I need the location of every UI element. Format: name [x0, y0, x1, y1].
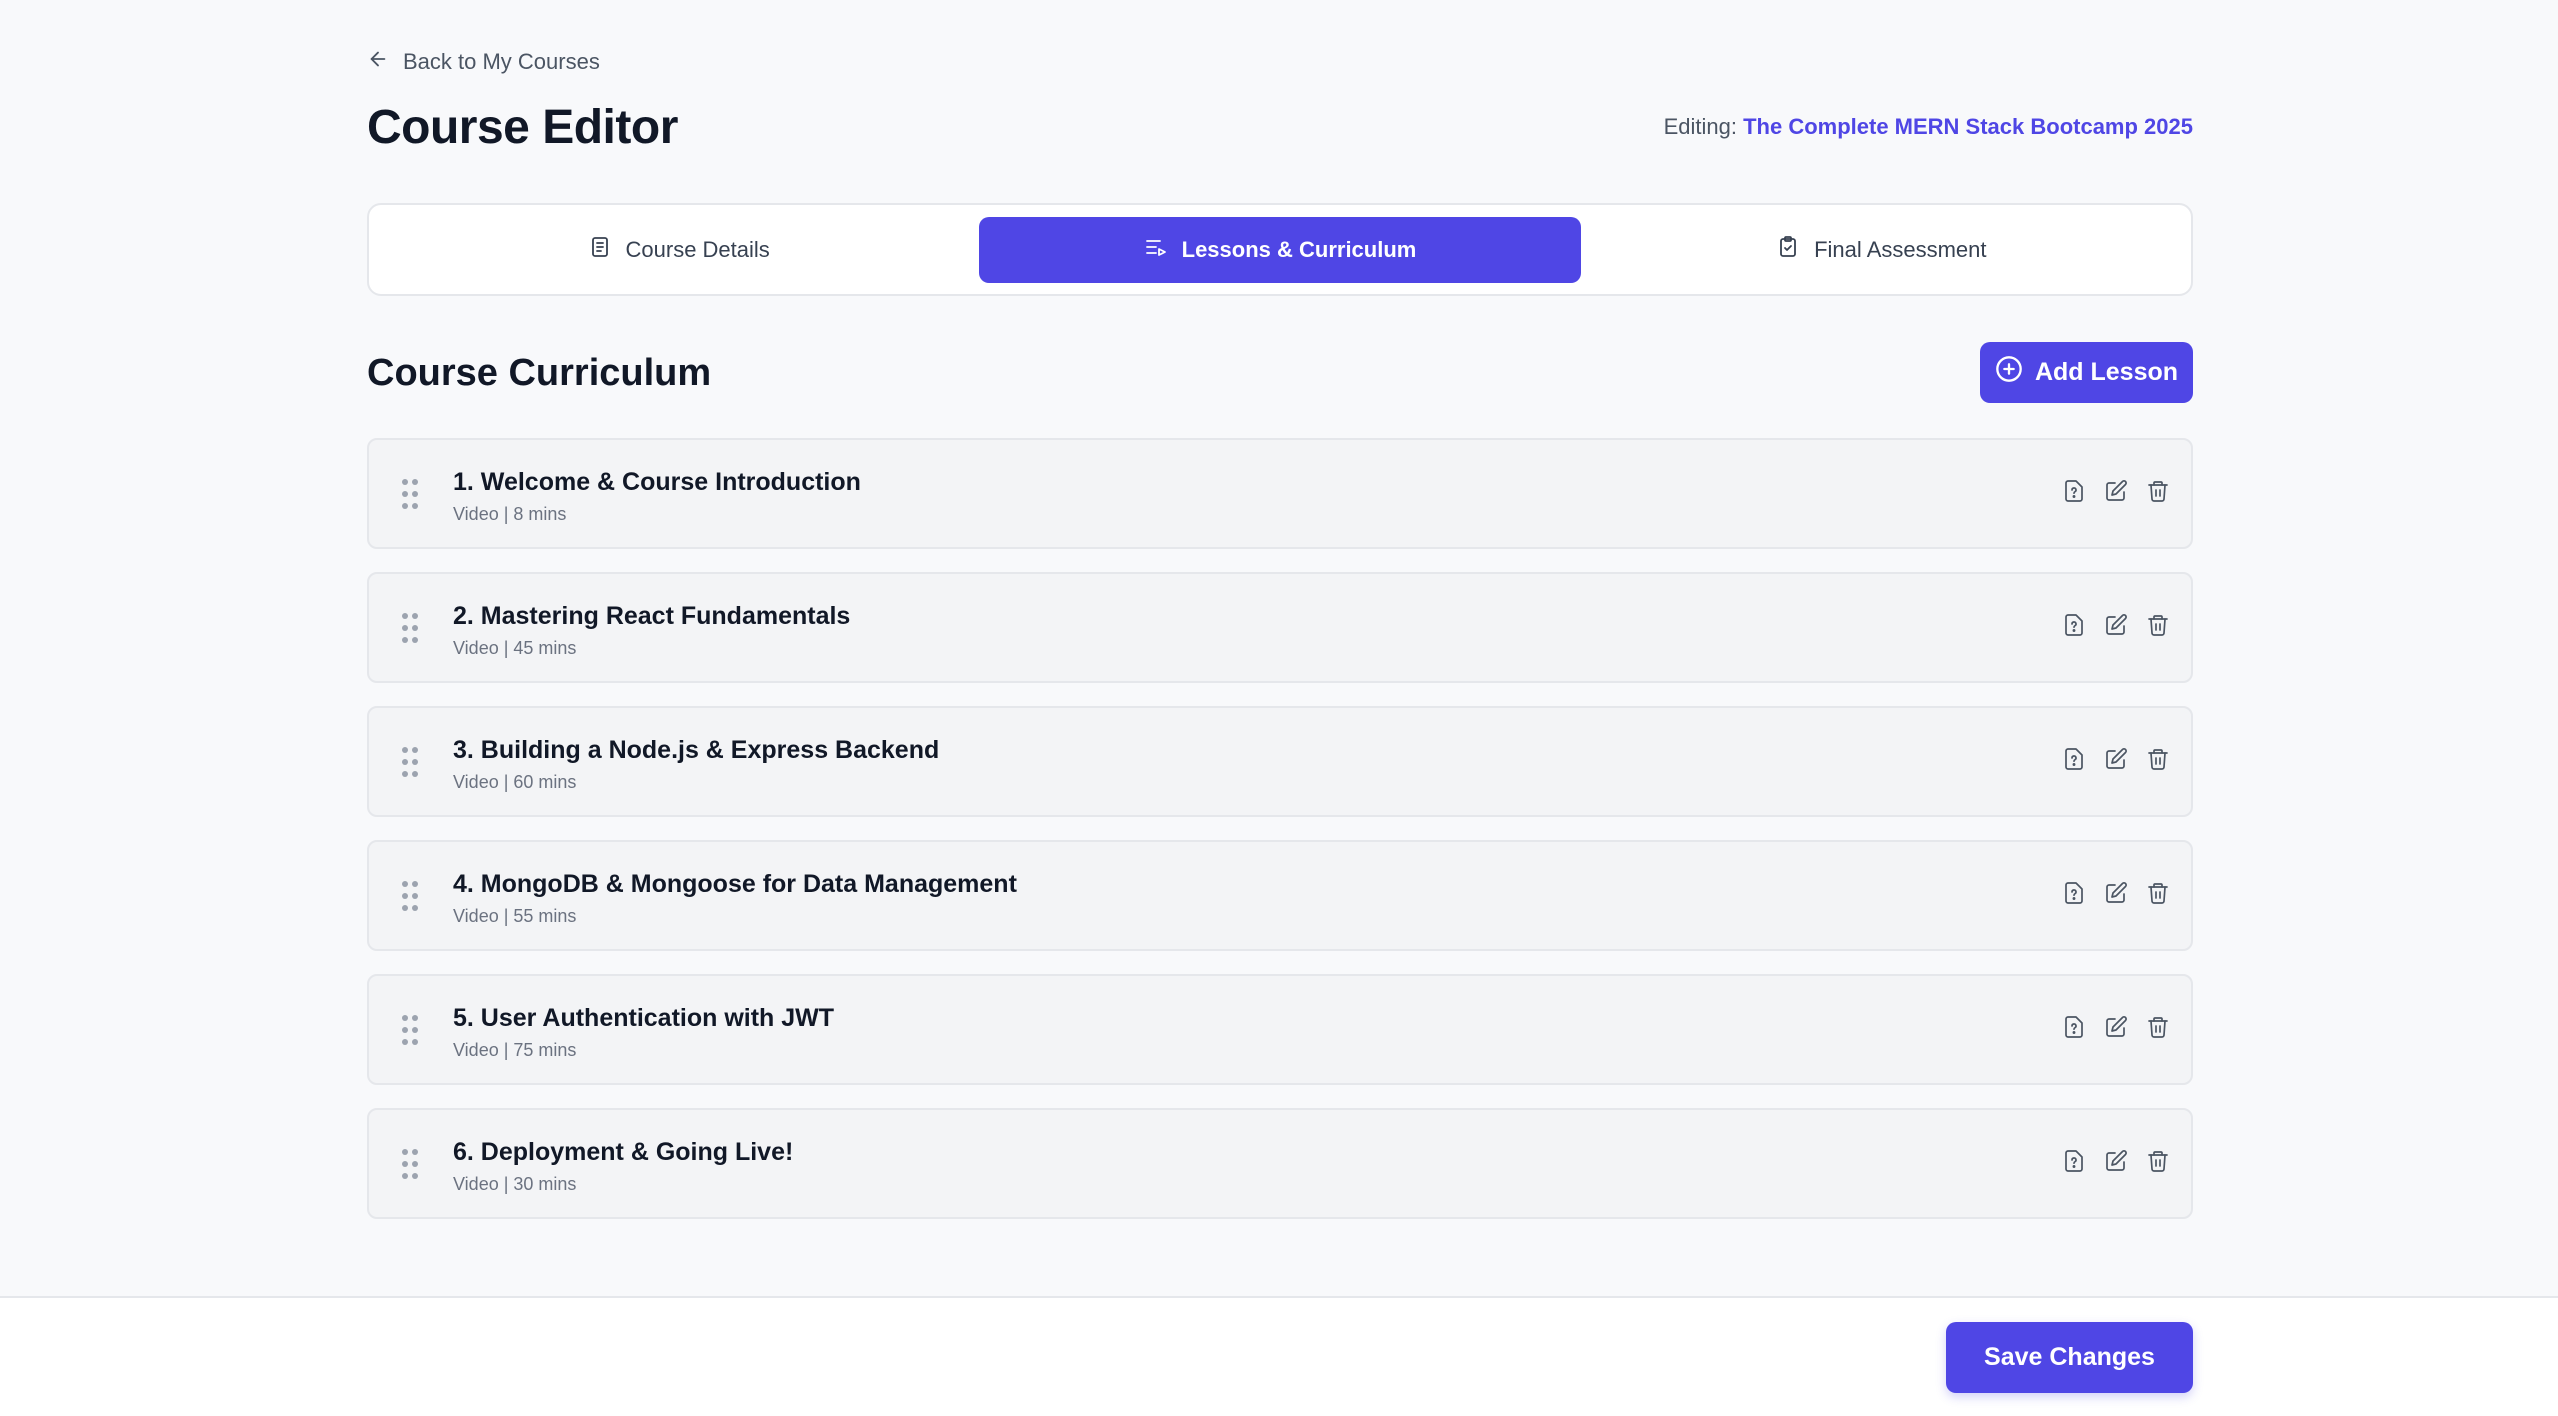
tab-lessons-curriculum[interactable]: Lessons & Curriculum — [979, 216, 1581, 283]
quiz-icon[interactable] — [2061, 612, 2087, 638]
drag-handle-icon[interactable] — [401, 1014, 419, 1046]
lesson-actions — [2061, 746, 2171, 772]
lesson-item[interactable]: 4. MongoDB & Mongoose for Data Managemen… — [367, 840, 2193, 951]
tab-label: Course Details — [625, 236, 770, 262]
page-title: Course Editor — [367, 101, 678, 154]
drag-handle-icon[interactable] — [401, 880, 419, 912]
lesson-item[interactable]: 2. Mastering React Fundamentals Video | … — [367, 572, 2193, 683]
lesson-actions — [2061, 478, 2171, 504]
arrow-left-icon — [367, 48, 389, 76]
back-to-courses-link[interactable]: Back to My Courses — [367, 48, 600, 76]
lesson-meta: Video | 55 mins — [453, 906, 577, 926]
lesson-actions — [2061, 1014, 2171, 1040]
lesson-meta: Video | 60 mins — [453, 772, 577, 792]
tab-course-details[interactable]: Course Details — [378, 217, 979, 283]
lesson-title: 6. Deployment & Going Live! — [453, 1138, 794, 1166]
lesson-title: 3. Building a Node.js & Express Backend — [453, 736, 940, 764]
lesson-title: 1. Welcome & Course Introduction — [453, 468, 861, 496]
trash-icon[interactable] — [2145, 1148, 2171, 1174]
lesson-item[interactable]: 3. Building a Node.js & Express Backend … — [367, 706, 2193, 817]
lesson-meta: Video | 45 mins — [453, 638, 577, 658]
lesson-item[interactable]: 5. User Authentication with JWT Video | … — [367, 974, 2193, 1085]
edit-icon[interactable] — [2103, 478, 2129, 504]
document-icon — [588, 235, 612, 265]
lesson-actions — [2061, 880, 2171, 906]
trash-icon[interactable] — [2145, 478, 2171, 504]
lesson-title: 4. MongoDB & Mongoose for Data Managemen… — [453, 870, 1017, 898]
lesson-actions — [2061, 612, 2171, 638]
drag-handle-icon[interactable] — [401, 1148, 419, 1180]
footer-bar: Save Changes — [0, 1296, 2558, 1416]
tab-label: Final Assessment — [1814, 236, 1987, 262]
quiz-icon[interactable] — [2061, 1148, 2087, 1174]
quiz-icon[interactable] — [2061, 1014, 2087, 1040]
clipboard-check-icon — [1776, 235, 1800, 265]
lesson-meta: Video | 8 mins — [453, 504, 567, 524]
edit-icon[interactable] — [2103, 1148, 2129, 1174]
trash-icon[interactable] — [2145, 612, 2171, 638]
lesson-title: 2. Mastering React Fundamentals — [453, 602, 851, 630]
lesson-title: 5. User Authentication with JWT — [453, 1004, 835, 1032]
list-play-icon — [1144, 235, 1168, 265]
lesson-item[interactable]: 6. Deployment & Going Live! Video | 30 m… — [367, 1108, 2193, 1219]
drag-handle-icon[interactable] — [401, 612, 419, 644]
edit-icon[interactable] — [2103, 880, 2129, 906]
lesson-list: 1. Welcome & Course Introduction Video |… — [367, 438, 2193, 1242]
back-link-label: Back to My Courses — [403, 49, 600, 74]
editor-tabs: Course Details Lessons & Curriculum Fina… — [367, 203, 2193, 296]
quiz-icon[interactable] — [2061, 478, 2087, 504]
edit-icon[interactable] — [2103, 746, 2129, 772]
trash-icon[interactable] — [2145, 880, 2171, 906]
quiz-icon[interactable] — [2061, 880, 2087, 906]
quiz-icon[interactable] — [2061, 746, 2087, 772]
drag-handle-icon[interactable] — [401, 746, 419, 778]
edit-icon[interactable] — [2103, 1014, 2129, 1040]
editing-info: Editing: The Complete MERN Stack Bootcam… — [1664, 114, 2193, 140]
editing-prefix: Editing: — [1663, 114, 1737, 139]
tab-label: Lessons & Curriculum — [1181, 236, 1417, 262]
lesson-meta: Video | 75 mins — [453, 1040, 577, 1060]
add-lesson-label: Add Lesson — [2034, 358, 2179, 386]
curriculum-title: Course Curriculum — [367, 352, 712, 394]
course-name: The Complete MERN Stack Bootcamp 2025 — [1743, 114, 2193, 139]
tab-final-assessment[interactable]: Final Assessment — [1581, 217, 2182, 283]
save-changes-button[interactable]: Save Changes — [1946, 1322, 2193, 1393]
trash-icon[interactable] — [2145, 1014, 2171, 1040]
edit-icon[interactable] — [2103, 612, 2129, 638]
trash-icon[interactable] — [2145, 746, 2171, 772]
plus-circle-icon — [1995, 355, 2023, 390]
lesson-meta: Video | 30 mins — [453, 1174, 577, 1194]
drag-handle-icon[interactable] — [401, 478, 419, 510]
lesson-actions — [2061, 1148, 2171, 1174]
add-lesson-button[interactable]: Add Lesson — [1980, 342, 2193, 403]
lesson-item[interactable]: 1. Welcome & Course Introduction Video |… — [367, 438, 2193, 549]
